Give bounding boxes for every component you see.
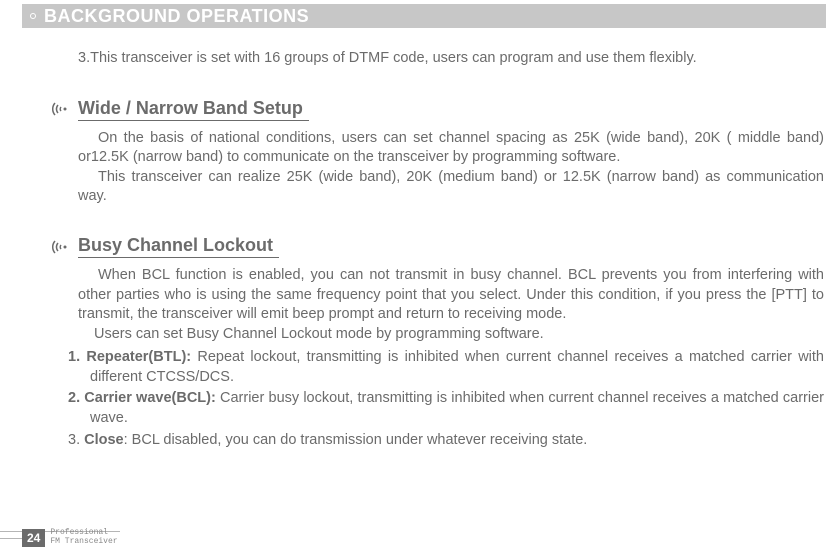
section-busy-channel: Busy Channel Lockout When BCL function i… (52, 235, 824, 450)
footer: 24 Professional FM Transceiver (0, 529, 826, 547)
signal-wave-icon (52, 237, 72, 257)
section-wide-narrow: Wide / Narrow Band Setup On the basis of… (52, 98, 824, 207)
section-header: Wide / Narrow Band Setup (52, 98, 824, 121)
item-number: 2. (68, 390, 84, 406)
paragraph: When BCL function is enabled, you can no… (78, 266, 824, 325)
item-number: 3. (68, 432, 84, 448)
list-item: 3. Close: BCL disabled, you can do trans… (68, 431, 824, 451)
paragraph: Users can set Busy Channel Lockout mode … (78, 325, 824, 345)
footer-line2-text: FM Transceiver (50, 538, 117, 547)
header-bar: BACKGROUND OPERATIONS (22, 4, 826, 28)
section-title: Busy Channel Lockout (78, 235, 279, 258)
section-title: Wide / Narrow Band Setup (78, 98, 309, 121)
item-label: Close (84, 432, 124, 448)
header-bullet-icon (30, 13, 36, 19)
paragraph: On the basis of national conditions, use… (78, 129, 824, 168)
page-number: 24 (22, 529, 45, 547)
footer-line (0, 538, 22, 539)
signal-wave-icon (52, 99, 72, 119)
header-title: BACKGROUND OPERATIONS (44, 6, 309, 27)
content-area: 3.This transceiver is set with 16 groups… (0, 28, 826, 450)
footer-text: Professional FM Transceiver (50, 529, 117, 547)
paragraph: This transceiver can realize 25K (wide b… (78, 168, 824, 207)
section-body: When BCL function is enabled, you can no… (52, 266, 824, 344)
item-label: Carrier wave(BCL): (84, 390, 220, 406)
item-label: Repeater(BTL): (86, 349, 197, 365)
item-text: : BCL disabled, you can do transmission … (124, 432, 588, 448)
list-item: 1. Repeater(BTL): Repeat lockout, transm… (68, 348, 824, 387)
intro-text: 3.This transceiver is set with 16 groups… (78, 48, 824, 70)
list-item: 2. Carrier wave(BCL): Carrier busy locko… (68, 389, 824, 428)
section-header: Busy Channel Lockout (52, 235, 824, 258)
section-body: On the basis of national conditions, use… (52, 129, 824, 207)
list-items: 1. Repeater(BTL): Repeat lockout, transm… (52, 348, 824, 450)
item-number: 1. (68, 349, 86, 365)
item-text: Repeat lockout, transmitting is inhibite… (90, 349, 824, 385)
